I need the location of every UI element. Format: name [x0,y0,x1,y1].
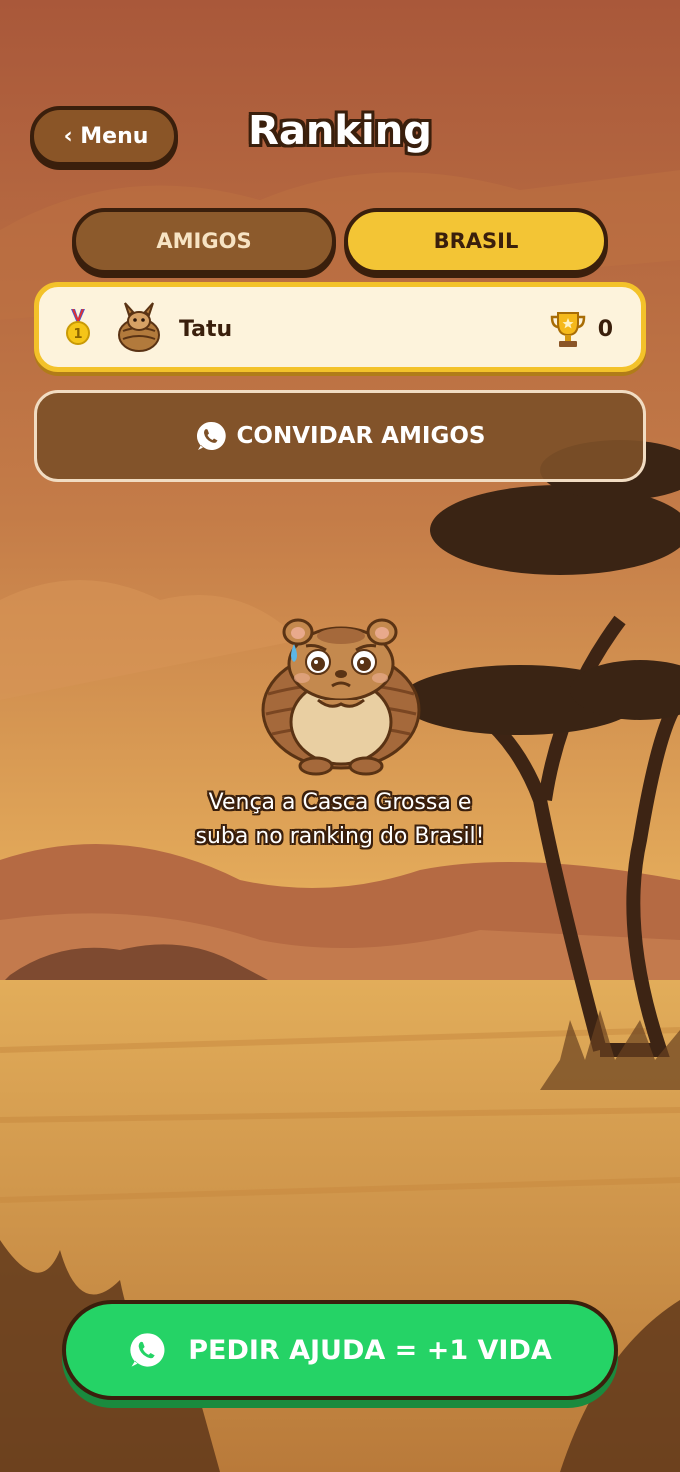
sad-armadillo-mascot [261,618,421,776]
gold-medal-icon: 1 [66,309,90,345]
armadillo-avatar-icon [118,302,160,352]
page-title: Ranking [248,108,432,154]
whatsapp-icon [130,1333,165,1367]
ranking-row: 1 Tatu 0 [34,282,646,372]
empty-state-line-1: Vença a Casca Grossa e [208,790,472,815]
player-name: Tatu [179,317,233,342]
medal-position: 1 [73,327,82,342]
whatsapp-icon [196,421,226,450]
ask-help-label: PEDIR AJUDA = +1 VIDA [188,1334,552,1366]
empty-state-line-2: suba no ranking do Brasil! [195,824,485,849]
tab-brasil[interactable]: BRASIL [344,208,608,274]
tab-amigos[interactable]: AMIGOS [72,208,336,274]
empty-state-message: Vença a Casca Grossa e suba no ranking d… [100,786,580,854]
ask-help-button[interactable]: PEDIR AJUDA = +1 VIDA [62,1300,618,1400]
invite-friends-label: CONVIDAR AMIGOS [236,423,486,449]
trophy-icon [550,312,586,347]
player-score: 0 [597,317,613,342]
invite-friends-button[interactable]: CONVIDAR AMIGOS [34,390,646,482]
